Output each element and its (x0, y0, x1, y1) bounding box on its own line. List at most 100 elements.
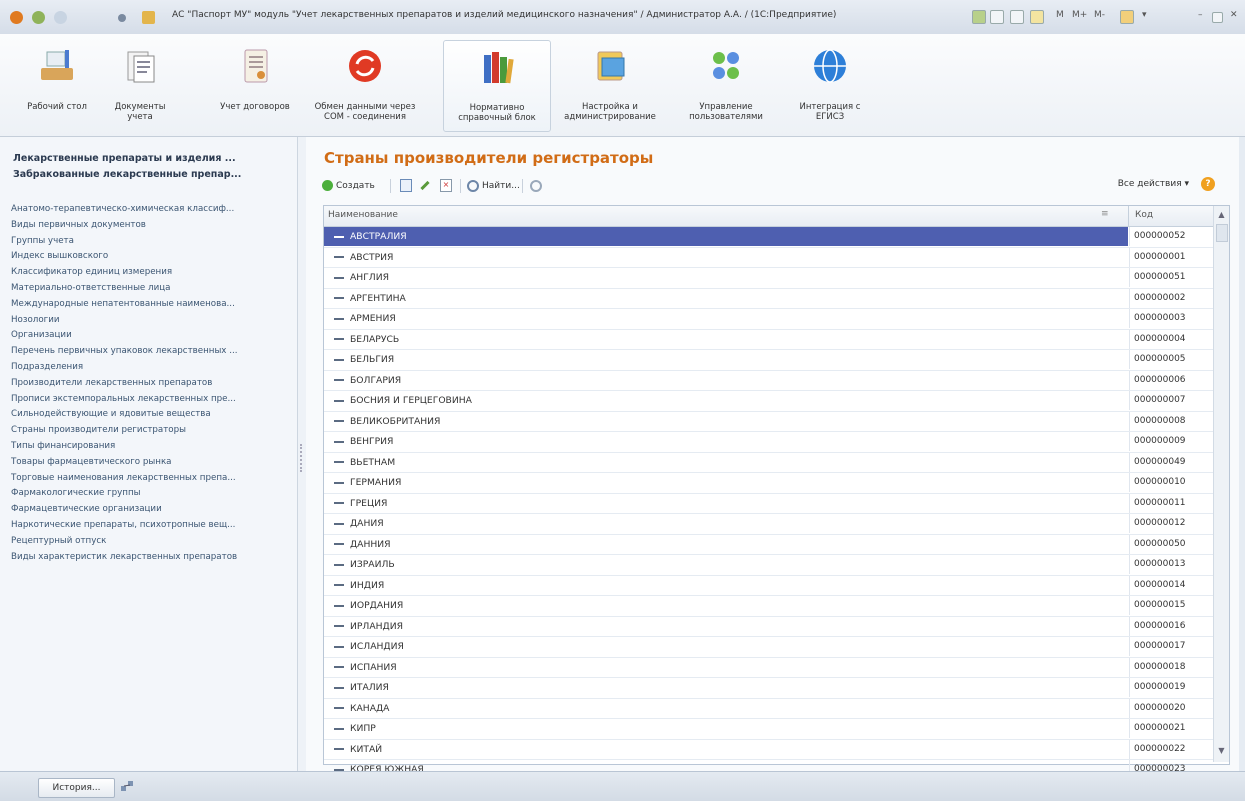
memory-minus-button[interactable]: M- (1094, 10, 1105, 20)
country-name: ИЗРАИЛЬ (350, 559, 395, 570)
nav-item[interactable]: Торговые наименования лекарственных преп… (11, 471, 291, 487)
cell-name: ИОРДАНИЯ (324, 596, 1128, 615)
cell-name: КАНАДА (324, 699, 1128, 718)
find-button[interactable]: Найти... (467, 177, 520, 195)
section-contracts[interactable]: Учет договоров (220, 40, 290, 130)
table-row[interactable]: АВСТРАЛИЯ 000000052 (324, 227, 1213, 248)
copy-button[interactable] (400, 177, 412, 195)
table-row[interactable]: БОЛГАРИЯ 000000006 (324, 370, 1213, 391)
scroll-thumb[interactable] (1216, 224, 1228, 242)
delete-mark-icon: × (440, 179, 452, 192)
section-egisz[interactable]: Интеграция с ЕГИСЗ (790, 40, 870, 130)
calendar-icon[interactable] (1030, 10, 1044, 24)
memory-m-button[interactable]: M (1056, 10, 1064, 20)
column-header-code-cell[interactable]: Код (1128, 206, 1223, 226)
column-header-name[interactable]: Наименование (328, 210, 398, 220)
favorites-icon[interactable] (972, 10, 986, 24)
table-row[interactable]: КИТАЙ 000000022 (324, 739, 1213, 760)
forward-icon[interactable] (54, 11, 67, 24)
minimize-icon[interactable]: – (1198, 10, 1203, 20)
table-scrollbar[interactable]: ▲ ▼ (1213, 206, 1229, 762)
table-row[interactable]: БОСНИЯ И ГЕРЦЕГОВИНА 000000007 (324, 391, 1213, 412)
edit-button[interactable] (420, 177, 430, 195)
home-icon[interactable] (142, 11, 155, 24)
scroll-down-icon[interactable]: ▼ (1217, 746, 1226, 755)
section-com-exchange[interactable]: Обмен данными через COM - соединения (310, 40, 420, 130)
table-row[interactable]: ВЕНГРИЯ 000000009 (324, 432, 1213, 453)
table-row[interactable]: ДАННИЯ 000000050 (324, 534, 1213, 555)
table-row[interactable]: ВЬЕТНАМ 000000049 (324, 452, 1213, 473)
nav-item[interactable]: Материально-ответственные лица (11, 281, 291, 297)
back-icon[interactable] (32, 11, 45, 24)
nav-item[interactable]: Страны производители регистраторы (11, 423, 291, 439)
table-row[interactable]: ИЗРАИЛЬ 000000013 (324, 555, 1213, 576)
element-icon (334, 461, 344, 463)
nav-item[interactable]: Производители лекарственных препаратов (11, 376, 291, 392)
table-row[interactable]: БЕЛЬГИЯ 000000005 (324, 350, 1213, 371)
help-icon[interactable]: ? (1201, 177, 1215, 191)
section-settings[interactable]: Настройка и администрирование (556, 40, 664, 130)
nav-item[interactable]: Товары фармацевтического рынка (11, 455, 291, 471)
nav-item[interactable]: Виды характеристик лекарственных препара… (11, 550, 291, 566)
table-row[interactable]: АРГЕНТИНА 000000002 (324, 288, 1213, 309)
nav-item[interactable]: Фармацевтические организации (11, 502, 291, 518)
table-row[interactable]: ГЕРМАНИЯ 000000010 (324, 473, 1213, 494)
section-reference[interactable]: Нормативно справочный блок (443, 40, 551, 132)
table-row[interactable]: ИОРДАНИЯ 000000015 (324, 596, 1213, 617)
nav-item[interactable]: Типы финансирования (11, 439, 291, 455)
table-row[interactable]: КАНАДА 000000020 (324, 698, 1213, 719)
nav-item[interactable]: Группы учета (11, 234, 291, 250)
nav-item[interactable]: Нозологии (11, 313, 291, 329)
table-row[interactable]: ДАНИЯ 000000012 (324, 514, 1213, 535)
section-documents[interactable]: Документы учета (105, 40, 175, 130)
memory-plus-button[interactable]: M+ (1072, 10, 1087, 20)
table-row[interactable]: ИРЛАНДИЯ 000000016 (324, 616, 1213, 637)
splitter-handle[interactable] (300, 444, 305, 472)
delete-button[interactable]: × (440, 177, 452, 195)
nav-item[interactable]: Сильнодействующие и ядовитые вещества (11, 407, 291, 423)
scroll-up-icon[interactable]: ▲ (1217, 210, 1226, 219)
nav-item[interactable]: Наркотические препараты, психотропные ве… (11, 518, 291, 534)
nav-item[interactable]: Международные непатентованные наименова.… (11, 297, 291, 313)
table-row[interactable]: АРМЕНИЯ 000000003 (324, 309, 1213, 330)
history-button[interactable]: История... (38, 778, 115, 798)
table-row[interactable]: АНГЛИЯ 000000051 (324, 268, 1213, 289)
section-desktop[interactable]: Рабочий стол (27, 40, 87, 130)
nav-item[interactable]: Организации (11, 328, 291, 344)
table-row[interactable]: КИПР 000000021 (324, 719, 1213, 740)
nav-item[interactable]: Фармакологические группы (11, 486, 291, 502)
nav-item-rejected-medications[interactable]: Забракованные лекарственные препар... (13, 167, 293, 183)
connection-icon[interactable] (120, 779, 134, 793)
calc-icon[interactable] (1010, 10, 1024, 24)
maximize-icon[interactable] (1212, 12, 1223, 23)
sort-icon[interactable]: ≡ (1101, 209, 1109, 219)
table-row[interactable]: ИТАЛИЯ 000000019 (324, 678, 1213, 699)
close-icon[interactable]: ✕ (1230, 10, 1238, 20)
dropdown-icon[interactable] (118, 14, 126, 22)
table-row[interactable]: ИНДИЯ 000000014 (324, 575, 1213, 596)
create-button[interactable]: Создать (322, 177, 375, 195)
all-actions-menu[interactable]: Все действия ▾ (1118, 179, 1189, 189)
history-icon[interactable] (990, 10, 1004, 24)
nav-item[interactable]: Прописи экстемпоральных лекарственных пр… (11, 392, 291, 408)
table-row[interactable]: ИСЛАНДИЯ 000000017 (324, 637, 1213, 658)
nav-item[interactable]: Рецептурный отпуск (11, 534, 291, 550)
dropdown-arrow-icon[interactable]: ▾ (1142, 10, 1147, 20)
nav-item[interactable]: Индекс вышковского (11, 249, 291, 265)
nav-item[interactable]: Классификатор единиц измерения (11, 265, 291, 281)
app-menu-icon[interactable] (10, 11, 23, 24)
contracts-icon (244, 49, 268, 83)
nav-item[interactable]: Перечень первичных упаковок лекарственны… (11, 344, 291, 360)
section-users[interactable]: Управление пользователями (676, 40, 776, 130)
cancel-search-button[interactable] (530, 177, 542, 195)
nav-item[interactable]: Подразделения (11, 360, 291, 376)
nav-item-medications[interactable]: Лекарственные препараты и изделия ... (13, 151, 293, 167)
table-row[interactable]: АВСТРИЯ 000000001 (324, 247, 1213, 268)
table-row[interactable]: ИСПАНИЯ 000000018 (324, 657, 1213, 678)
table-row[interactable]: ВЕЛИКОБРИТАНИЯ 000000008 (324, 411, 1213, 432)
table-row[interactable]: ГРЕЦИЯ 000000011 (324, 493, 1213, 514)
table-row[interactable]: БЕЛАРУСЬ 000000004 (324, 329, 1213, 350)
nav-item[interactable]: Анатомо-терапевтическо-химическая класси… (11, 202, 291, 218)
info-icon[interactable] (1120, 10, 1134, 24)
nav-item[interactable]: Виды первичных документов (11, 218, 291, 234)
